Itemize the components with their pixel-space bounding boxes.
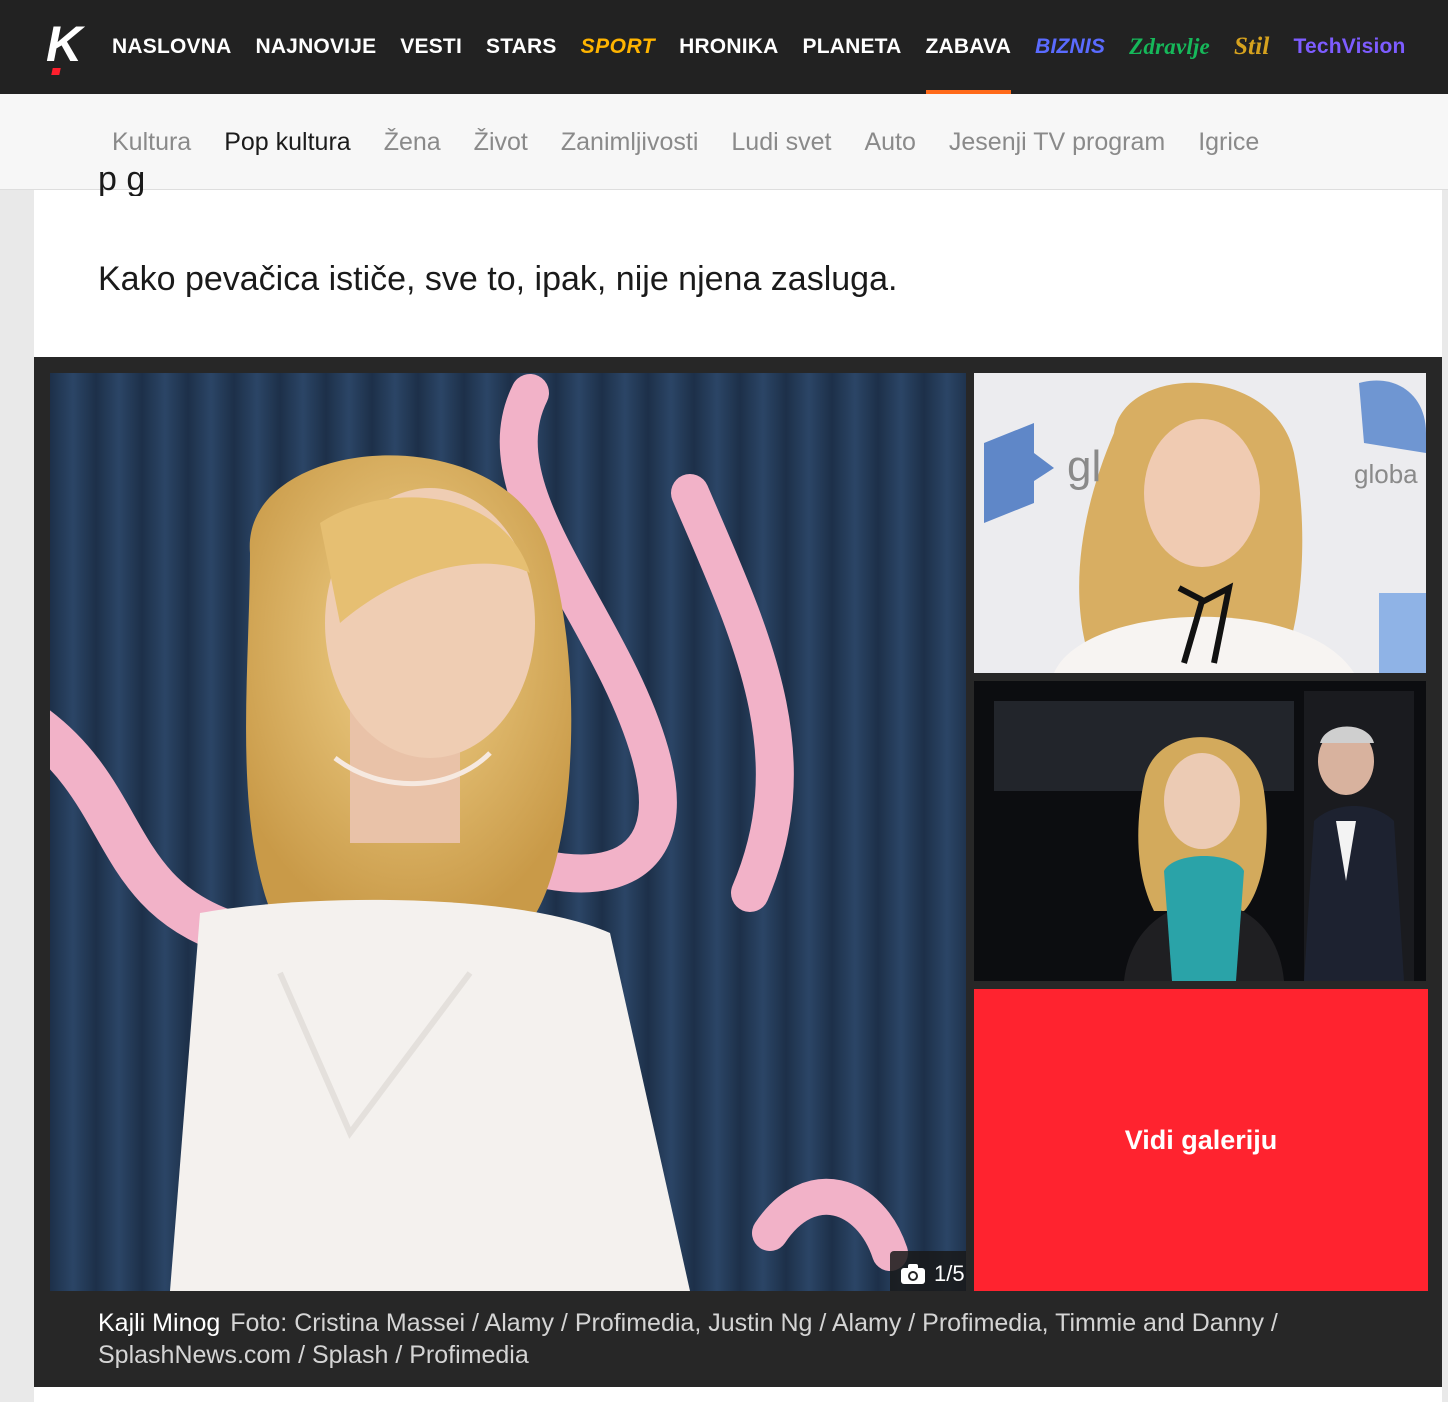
thumbnail-2-illustration	[974, 681, 1426, 981]
top-navigation-bar: K NASLOVNA NAJNOVIJE VESTI STARS SPORT HRONIK…	[0, 0, 1448, 94]
camera-icon	[901, 1264, 925, 1284]
subnav-item-auto[interactable]: Auto	[864, 128, 915, 157]
sign-text-right: globa	[1354, 459, 1418, 489]
photo-gallery: 1/5 gl globa Vidi galeriju Kajli Minog F…	[34, 357, 1442, 1387]
nav-item-sport[interactable]: SPORT	[581, 0, 655, 94]
gallery-thumbnail-1[interactable]: gl globa	[974, 373, 1426, 673]
subnav-item-zanimljivosti[interactable]: Zanimljivosti	[561, 128, 699, 157]
subnav-item-igrice[interactable]: Igrice	[1198, 128, 1259, 157]
article-body: p g Kako pevačica ističe, sve to, ipak, …	[34, 160, 1442, 357]
subnav-item-ludi-svet[interactable]: Ludi svet	[731, 128, 831, 157]
main-nav: NASLOVNA NAJNOVIJE VESTI STARS SPORT HRONIKA P…	[112, 0, 1430, 94]
article-continuation	[34, 1387, 1442, 1402]
sub-nav-list: Kultura Pop kultura Žena Život Zanimljivosti…	[112, 94, 1259, 190]
logo-red-mark	[51, 68, 61, 75]
subnav-item-život[interactable]: Život	[474, 128, 528, 157]
photo-caption: Kajli Minog Foto: Cristina Massei / Alamy…	[98, 1307, 1418, 1371]
gallery-thumbnail-2[interactable]	[974, 681, 1426, 981]
main-photo-illustration	[50, 373, 966, 1291]
subnav-item-kultura[interactable]: Kultura	[112, 128, 191, 157]
nav-item-biznis[interactable]: BIZNIS	[1035, 0, 1105, 94]
clipped-text-line: p g	[98, 160, 146, 196]
caption-photo-credit: Foto: Cristina Massei / Alamy / Profimed…	[98, 1309, 1278, 1369]
site-logo[interactable]: K	[46, 16, 90, 76]
article-paragraph: Kako pevačica ističe, sve to, ipak, nije…	[98, 260, 898, 298]
nav-item-naslovna[interactable]: NASLOVNA	[112, 0, 231, 94]
subnav-item-žena[interactable]: Žena	[384, 128, 441, 157]
subnav-item-pop-kultura[interactable]: Pop kultura	[224, 128, 350, 157]
photo-counter: 1/5	[890, 1251, 966, 1291]
nav-item-hronika[interactable]: HRONIKA	[679, 0, 778, 94]
photo-counter-text: 1/5	[934, 1261, 965, 1286]
nav-item-zdravlje[interactable]: Zdravlje	[1129, 0, 1210, 94]
nav-item-zabava[interactable]: ZABAVA	[925, 0, 1012, 94]
gallery-main-photo[interactable]: 1/5	[50, 373, 966, 1291]
nav-item-stil[interactable]: Stil	[1234, 0, 1270, 94]
nav-item-stars[interactable]: STARS	[486, 0, 557, 94]
sign-text-left: gl	[1067, 442, 1101, 491]
thumbnail-1-illustration: gl globa	[974, 373, 1426, 673]
logo-letter: K	[46, 16, 83, 72]
view-gallery-button[interactable]: Vidi galeriju	[974, 989, 1428, 1291]
subnav-item-jesenji-tv-program[interactable]: Jesenji TV program	[949, 128, 1165, 157]
sub-navigation-bar: Kultura Pop kultura Žena Život Zanimljivosti…	[0, 94, 1448, 190]
nav-item-planeta[interactable]: PLANETA	[802, 0, 901, 94]
nav-item-najnovije[interactable]: NAJNOVIJE	[255, 0, 376, 94]
caption-subject-name: Kajli Minog	[98, 1309, 221, 1337]
nav-item-techvision[interactable]: TechVision	[1294, 0, 1406, 94]
nav-item-vesti[interactable]: VESTI	[400, 0, 462, 94]
